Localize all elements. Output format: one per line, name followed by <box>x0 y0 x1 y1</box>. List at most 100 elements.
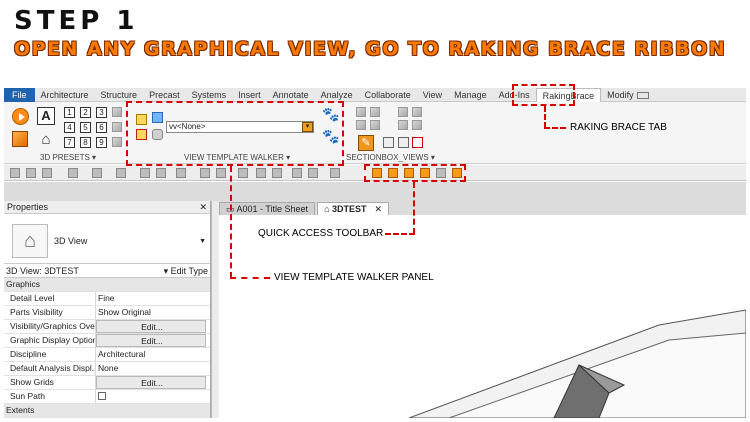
section-icon[interactable] <box>256 168 266 178</box>
annotation-view-template-walker-panel: VIEW TEMPLATE WALKER PANEL <box>274 272 434 283</box>
preset-9-button[interactable]: 9 <box>96 137 107 148</box>
save-icon[interactable] <box>26 168 36 178</box>
tab-precast[interactable]: Precast <box>143 88 186 102</box>
chevron-down-icon[interactable]: ▾ <box>302 122 313 132</box>
close-icon[interactable] <box>420 168 430 178</box>
house-icon: ⌂ <box>12 224 48 258</box>
close-icon[interactable] <box>136 129 147 140</box>
tab-collaborate[interactable]: Collaborate <box>359 88 417 102</box>
print-icon[interactable] <box>116 168 126 178</box>
tag-icon[interactable] <box>200 168 210 178</box>
panel-toggle-icon[interactable] <box>636 91 649 99</box>
properties-scrollbar[interactable] <box>211 201 219 418</box>
sync-icon[interactable] <box>42 168 52 178</box>
cube-icon[interactable] <box>112 122 122 132</box>
folder-icon[interactable] <box>404 168 414 178</box>
preset-2-button[interactable]: 2 <box>80 107 91 118</box>
level-icon[interactable] <box>176 168 186 178</box>
open-icon[interactable] <box>10 168 20 178</box>
template-icon[interactable] <box>152 129 163 140</box>
tab-3dtest[interactable]: ⌂ 3DTEST ✕ <box>317 202 390 215</box>
preset-6-button[interactable]: 6 <box>96 122 107 133</box>
prop-value[interactable]: Show Original <box>96 306 210 319</box>
customize-icon[interactable] <box>330 168 340 178</box>
play-icon[interactable] <box>372 168 382 178</box>
prop-value[interactable]: Architectural <box>96 348 210 361</box>
measure-icon[interactable] <box>140 168 150 178</box>
play-icon[interactable] <box>10 106 30 126</box>
tab-analyze[interactable]: Analyze <box>315 88 359 102</box>
cube-icon[interactable] <box>10 129 30 149</box>
text-icon[interactable] <box>216 168 226 178</box>
export-icon[interactable] <box>152 112 163 123</box>
tab-structure[interactable]: Structure <box>95 88 144 102</box>
dimension-icon[interactable] <box>156 168 166 178</box>
undo-icon[interactable] <box>68 168 78 178</box>
grid-icon[interactable] <box>398 137 409 148</box>
view-instance-selector[interactable]: 3D View: 3DTEST ▾ Edit Type <box>4 264 210 278</box>
cube-icon[interactable] <box>412 107 422 117</box>
preset-3-button[interactable]: 3 <box>96 107 107 118</box>
paw-icon[interactable]: 🐾 <box>322 128 339 145</box>
tab-manage[interactable]: Manage <box>448 88 493 102</box>
3d-view-icon[interactable] <box>238 168 248 178</box>
edit-button[interactable]: Edit... <box>96 320 206 333</box>
panel-label-sectionbox-views: SECTIONBOX_VIEWS ▾ <box>346 153 435 162</box>
wrench-icon[interactable]: ✎ <box>356 133 376 153</box>
cube-icon[interactable] <box>112 137 122 147</box>
tab-a001-title-sheet[interactable]: ▭ A001 - Title Sheet <box>219 202 316 215</box>
tab-annotate[interactable]: Annotate <box>267 88 315 102</box>
close-icon[interactable]: ✕ <box>199 201 207 214</box>
panel-label-text: 3D PRESETS <box>40 153 90 162</box>
tab-modify[interactable]: Modify <box>601 88 655 102</box>
preset-8-button[interactable]: 8 <box>80 137 91 148</box>
type-selector[interactable]: ⌂ 3D View ▼ <box>4 214 210 264</box>
prop-value[interactable]: Fine <box>96 292 210 305</box>
view-template-select[interactable]: vv<None> <box>166 121 314 133</box>
preset-4-button[interactable]: 4 <box>64 122 75 133</box>
folder-icon[interactable] <box>136 114 147 125</box>
cube-icon[interactable] <box>370 107 380 117</box>
chevron-down-icon[interactable] <box>452 168 462 178</box>
cube-icon[interactable] <box>398 107 408 117</box>
cube-icon[interactable] <box>112 107 122 117</box>
tab-add-ins[interactable]: Add-Ins <box>493 88 536 102</box>
tab-systems[interactable]: Systems <box>186 88 233 102</box>
switch-windows-icon[interactable] <box>308 168 318 178</box>
tab-file[interactable]: File <box>4 87 35 102</box>
edit-button[interactable]: Edit... <box>96 376 206 389</box>
group-graphics[interactable]: Graphics <box>4 278 210 292</box>
template-icon[interactable] <box>436 168 446 178</box>
thin-lines-icon[interactable] <box>272 168 282 178</box>
edit-button[interactable]: Edit... <box>96 334 206 347</box>
prop-value <box>96 390 210 403</box>
preset-5-button[interactable]: 5 <box>80 122 91 133</box>
paw-icon[interactable]: 🐾 <box>322 106 339 123</box>
edit-type-button[interactable]: ▾ Edit Type <box>164 264 208 278</box>
cube-icon[interactable] <box>356 107 366 117</box>
tab-architecture[interactable]: Architecture <box>35 88 95 102</box>
tab-insert[interactable]: Insert <box>232 88 267 102</box>
cube-icon[interactable] <box>412 120 422 130</box>
cube-icon[interactable] <box>370 120 380 130</box>
properties-title: Properties ✕ <box>4 201 210 214</box>
tab-view[interactable]: View <box>417 88 448 102</box>
grid-icon[interactable] <box>383 137 394 148</box>
cube-icon[interactable] <box>398 120 408 130</box>
group-extents[interactable]: Extents <box>4 404 210 418</box>
tab-rakingbrace[interactable]: RakingBrace <box>535 87 602 102</box>
chevron-down-icon[interactable]: ▼ <box>199 238 206 245</box>
cube-icon[interactable] <box>356 120 366 130</box>
close-icon[interactable] <box>412 137 423 148</box>
close-views-icon[interactable] <box>292 168 302 178</box>
prop-value[interactable]: None <box>96 362 210 375</box>
preset-1-button[interactable]: 1 <box>64 107 75 118</box>
preset-7-button[interactable]: 7 <box>64 137 75 148</box>
sun-path-checkbox[interactable] <box>98 392 106 400</box>
letter-a-icon[interactable]: A <box>36 106 56 126</box>
3d-viewport[interactable] <box>219 215 746 418</box>
house-icon[interactable]: ⌂ <box>36 129 56 149</box>
redo-icon[interactable] <box>92 168 102 178</box>
play-icon[interactable] <box>388 168 398 178</box>
close-icon[interactable]: ✕ <box>375 204 383 214</box>
